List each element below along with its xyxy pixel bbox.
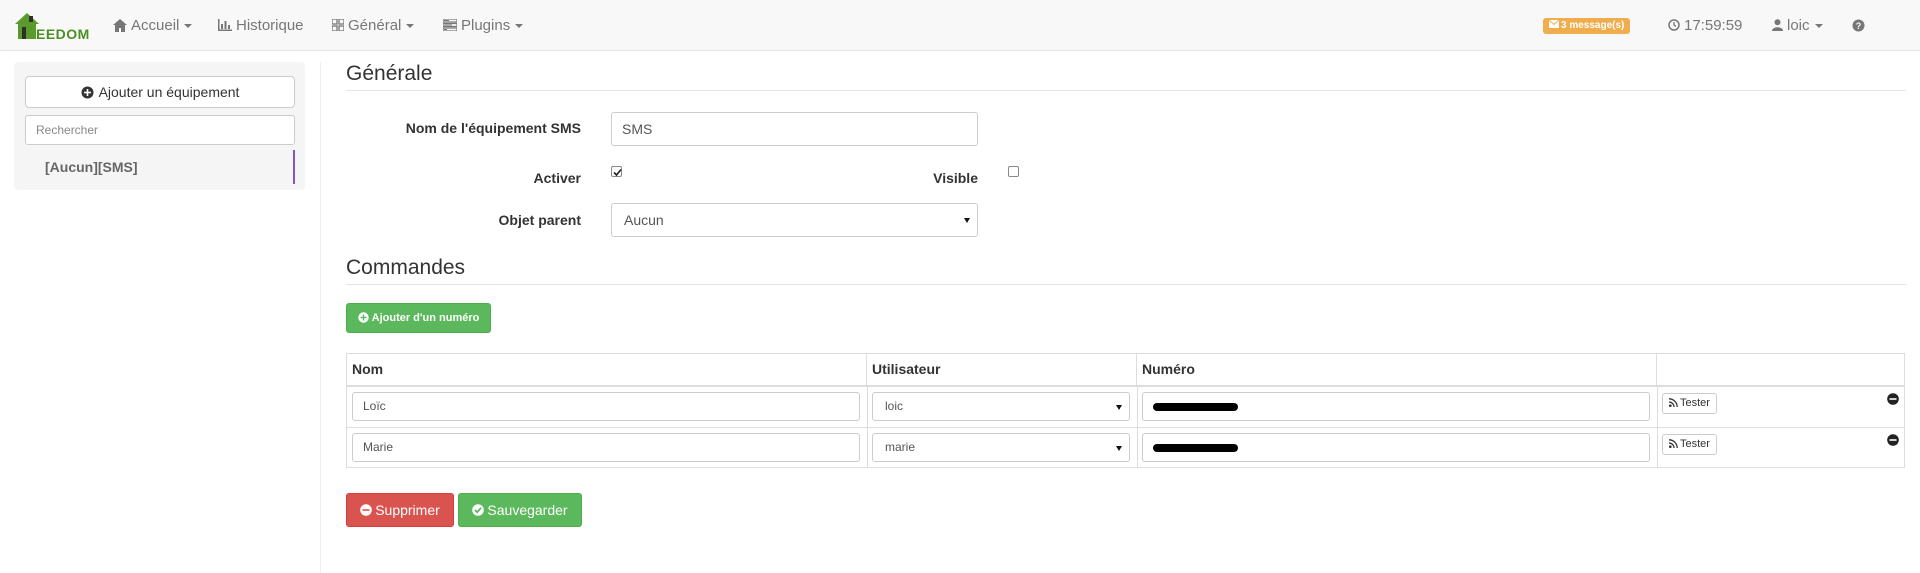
enable-checkbox[interactable] [611, 166, 622, 177]
user-select-value: marie [885, 440, 916, 454]
save-button-label: Sauvegarder [487, 502, 568, 518]
command-name-field[interactable]: Loïc [352, 392, 860, 421]
column-header-actions [1657, 354, 1905, 385]
dropdown-arrow-icon [1116, 446, 1122, 451]
test-button-label: Tester [1680, 397, 1710, 409]
user-name: loic [1787, 17, 1810, 34]
plus-circle-icon [81, 86, 94, 99]
test-button-label: Tester [1680, 438, 1710, 450]
minus-circle-icon [360, 504, 373, 517]
plus-circle-icon [357, 311, 369, 323]
visible-checkbox[interactable] [1008, 166, 1019, 177]
tasks-icon [442, 18, 458, 32]
nav-historique[interactable]: Historique [218, 0, 304, 51]
sidebar-item-sms[interactable]: [Aucun][SMS] [25, 150, 295, 184]
add-number-label: Ajouter d'un numéro [371, 312, 480, 324]
nav-accueil[interactable]: Accueil [113, 0, 193, 51]
logo-text: EEDOM [36, 26, 90, 42]
vertical-divider [320, 62, 321, 573]
dropdown-arrow-icon [1116, 405, 1122, 410]
column-header-utilisateur: Utilisateur [867, 354, 1137, 385]
user-select[interactable]: loic [872, 392, 1130, 421]
envelope-icon [1548, 19, 1560, 29]
chevron-down-icon [406, 24, 415, 29]
delete-button-label: Supprimer [375, 502, 440, 518]
user-select-value: loic [885, 399, 904, 413]
equipment-sidebar: Ajouter un équipement [Aucun][SMS] [14, 62, 305, 190]
rss-icon [1668, 397, 1678, 407]
section-title-commandes: Commandes [346, 256, 1906, 285]
remove-row-icon[interactable] [1887, 434, 1899, 446]
clock-icon [1668, 19, 1680, 31]
save-button[interactable]: Sauvegarder [458, 493, 582, 527]
phone-number-field[interactable] [1142, 433, 1650, 462]
delete-button[interactable]: Supprimer [346, 493, 454, 527]
svg-text:?: ? [1856, 21, 1862, 31]
parent-object-value: Aucun [624, 212, 664, 228]
user-icon [1772, 19, 1783, 32]
equipment-name-field[interactable]: SMS [611, 112, 978, 146]
nav-accueil-label: Accueil [131, 17, 180, 34]
column-divider [867, 387, 868, 468]
nav-general-label: Général [348, 17, 402, 34]
nav-general[interactable]: Général [331, 0, 415, 51]
chevron-down-icon [184, 24, 193, 29]
user-select[interactable]: marie [872, 433, 1130, 462]
chevron-down-icon [515, 24, 524, 29]
commands-table: Nom Utilisateur Numéro Loïc loic Tester [346, 353, 1905, 468]
test-button[interactable]: Tester [1662, 434, 1717, 455]
redacted-number [1153, 403, 1238, 411]
jeedom-logo[interactable]: EEDOM [14, 12, 89, 42]
question-circle-icon: ? [1852, 19, 1865, 32]
home-icon [113, 18, 127, 32]
nav-plugins-label: Plugins [461, 17, 511, 34]
remove-row-icon[interactable] [1887, 393, 1899, 405]
add-equipment-label: Ajouter un équipement [98, 84, 240, 100]
column-divider [1657, 387, 1658, 468]
add-equipment-button[interactable]: Ajouter un équipement [25, 76, 295, 108]
messages-badge[interactable]: 3 message(s) [1543, 18, 1631, 34]
top-navbar: EEDOM Accueil Historique Général Plugins… [0, 0, 1920, 51]
row-divider [347, 427, 1904, 428]
section-title-generale: Générale [346, 62, 1906, 91]
checkmark-icon [613, 168, 622, 177]
chevron-down-icon [1814, 24, 1823, 29]
add-number-button[interactable]: Ajouter d'un numéro [346, 303, 491, 333]
parent-object-label: Objet parent [498, 212, 581, 228]
name-label: Nom de l'équipement SMS [405, 120, 581, 136]
bar-chart-icon [218, 19, 232, 32]
dropdown-arrow-icon [964, 218, 970, 223]
visible-label: Visible [933, 170, 978, 186]
messages-label: 3 message(s) [1561, 20, 1625, 31]
column-header-numero: Numéro [1137, 354, 1657, 385]
redacted-number [1153, 444, 1238, 452]
enable-label: Activer [533, 170, 581, 186]
parent-object-select[interactable]: Aucun [611, 203, 978, 237]
grid-icon [331, 18, 345, 32]
nav-historique-label: Historique [236, 17, 304, 34]
help-button[interactable]: ? [1852, 0, 1869, 51]
test-button[interactable]: Tester [1662, 393, 1717, 414]
command-name-field[interactable]: Marie [352, 433, 860, 462]
rss-icon [1668, 438, 1678, 448]
clock-display: 17:59:59 [1668, 0, 1742, 51]
nav-plugins[interactable]: Plugins [442, 0, 524, 51]
clock-time: 17:59:59 [1684, 17, 1743, 34]
phone-number-field[interactable] [1142, 392, 1650, 421]
table-header-divider [347, 385, 1904, 387]
search-input[interactable] [25, 115, 295, 145]
column-divider [1137, 387, 1138, 468]
user-menu[interactable]: loic [1772, 0, 1823, 51]
check-circle-icon [472, 504, 485, 517]
column-header-nom: Nom [347, 354, 867, 385]
